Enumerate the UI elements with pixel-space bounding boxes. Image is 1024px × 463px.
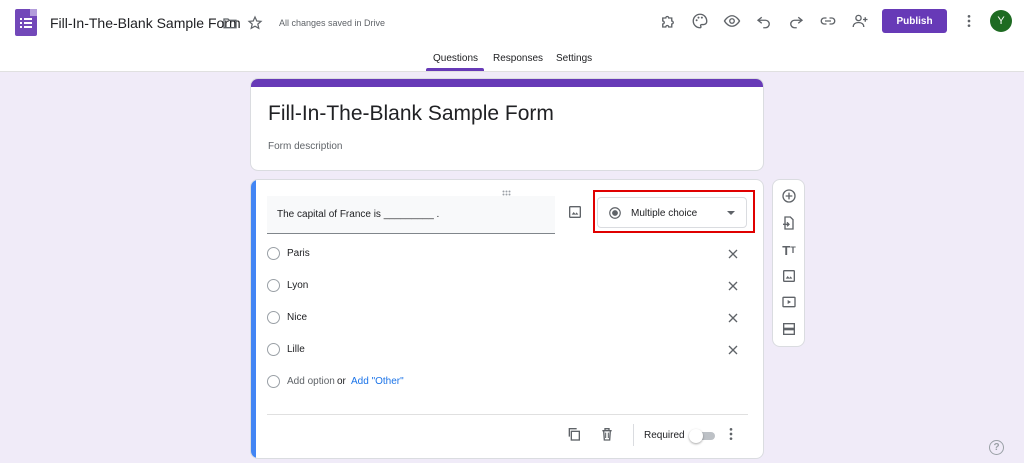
publish-button[interactable]: Publish bbox=[882, 9, 947, 33]
add-collaborator-icon[interactable] bbox=[849, 10, 871, 32]
close-icon[interactable] bbox=[725, 246, 741, 262]
save-status: All changes saved in Drive bbox=[279, 18, 386, 28]
star-icon[interactable] bbox=[244, 12, 266, 34]
add-image-icon[interactable] bbox=[780, 267, 798, 285]
close-icon[interactable] bbox=[725, 278, 741, 294]
option-label[interactable]: Paris bbox=[287, 248, 310, 259]
or-label: or bbox=[337, 376, 346, 387]
form-description-field[interactable]: Form description bbox=[268, 141, 342, 152]
close-icon[interactable] bbox=[725, 310, 741, 326]
option-label[interactable]: Nice bbox=[287, 312, 307, 323]
radio-icon bbox=[267, 375, 280, 388]
add-other-button[interactable]: Add "Other" bbox=[351, 376, 404, 387]
option-row[interactable]: Lille bbox=[267, 340, 757, 360]
delete-icon[interactable] bbox=[599, 426, 615, 442]
avatar[interactable]: Y bbox=[990, 10, 1012, 32]
undo-icon[interactable] bbox=[753, 10, 775, 32]
title-card-band bbox=[251, 79, 763, 87]
more-vert-icon[interactable] bbox=[958, 10, 980, 32]
add-video-icon[interactable] bbox=[780, 293, 798, 311]
highlight-annotation bbox=[593, 190, 755, 233]
duplicate-icon[interactable] bbox=[566, 426, 582, 442]
add-image-icon[interactable] bbox=[567, 204, 583, 220]
forms-logo-icon[interactable] bbox=[15, 9, 37, 36]
tab-responses[interactable]: Responses bbox=[493, 53, 543, 64]
tab-settings[interactable]: Settings bbox=[556, 53, 592, 64]
preview-eye-icon[interactable] bbox=[721, 10, 743, 32]
add-option-row: Add option or Add "Other" bbox=[267, 372, 757, 392]
active-card-accent bbox=[251, 180, 256, 458]
close-icon[interactable] bbox=[725, 342, 741, 358]
radio-icon bbox=[267, 247, 280, 260]
option-row[interactable]: Paris bbox=[267, 244, 757, 264]
add-option-button[interactable]: Add option bbox=[287, 376, 335, 387]
folder-icon[interactable] bbox=[219, 12, 241, 34]
radio-icon bbox=[267, 279, 280, 292]
form-title[interactable]: Fill-In-The-Blank Sample Form bbox=[268, 102, 554, 126]
option-label[interactable]: Lyon bbox=[287, 280, 308, 291]
import-questions-icon[interactable] bbox=[780, 214, 798, 232]
active-tab-indicator bbox=[426, 68, 484, 71]
required-toggle[interactable] bbox=[689, 429, 717, 443]
more-vert-icon[interactable] bbox=[723, 426, 739, 442]
radio-icon bbox=[267, 343, 280, 356]
option-row[interactable]: Lyon bbox=[267, 276, 757, 296]
addon-puzzle-icon[interactable] bbox=[657, 10, 679, 32]
tab-questions[interactable]: Questions bbox=[433, 53, 478, 64]
add-title-icon[interactable]: TT bbox=[780, 241, 798, 259]
divider bbox=[633, 424, 634, 446]
add-section-icon[interactable] bbox=[780, 320, 798, 338]
required-label: Required bbox=[644, 430, 685, 441]
document-title[interactable]: Fill-In-The-Blank Sample Form bbox=[50, 15, 241, 31]
help-icon[interactable]: ? bbox=[989, 440, 1004, 455]
palette-icon[interactable] bbox=[689, 10, 711, 32]
app-header: Fill-In-The-Blank Sample Form All change… bbox=[0, 0, 1024, 72]
add-question-icon[interactable] bbox=[780, 187, 798, 205]
divider bbox=[267, 414, 748, 415]
question-card[interactable]: The capital of France is _________ . Mul… bbox=[250, 179, 764, 459]
radio-icon bbox=[267, 311, 280, 324]
form-title-card: Fill-In-The-Blank Sample Form Form descr… bbox=[250, 78, 764, 171]
option-label[interactable]: Lille bbox=[287, 344, 305, 355]
question-text-field[interactable]: The capital of France is _________ . bbox=[267, 196, 555, 234]
redo-icon[interactable] bbox=[785, 10, 807, 32]
link-icon[interactable] bbox=[817, 10, 839, 32]
option-row[interactable]: Nice bbox=[267, 308, 757, 328]
question-text: The capital of France is _________ . bbox=[277, 209, 440, 220]
side-toolbar: TT bbox=[772, 179, 805, 347]
